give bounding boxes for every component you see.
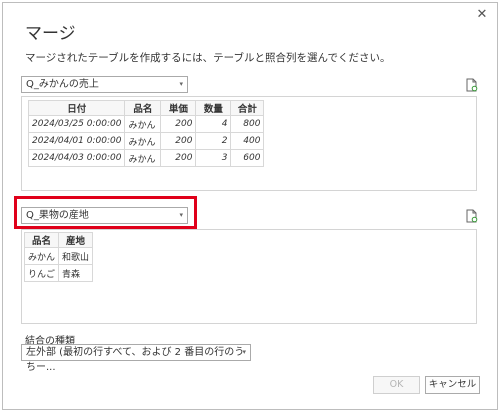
cell-item: みかん [124,132,162,150]
join-kind-value: 左外部 (最初の行すべて、および 2 番目の行のうちー... [26,347,245,373]
file-refresh-icon[interactable] [466,209,478,223]
table2-preview: 品名 産地 みかん 和歌山 りんご 青森 [21,229,477,324]
highlight-annotation [14,196,197,229]
table1-select-value: Q_みかんの売上 [26,79,99,90]
cell-origin: 和歌山 [58,247,94,265]
chevron-down-icon: ▾ [242,348,246,356]
cell-total: 600 [230,149,265,167]
cell-price: 200 [160,115,197,133]
table1-col-total[interactable]: 合計 [230,100,265,116]
cell-origin: 青森 [58,264,94,282]
table-row: みかん 和歌山 [23,247,94,265]
cell-total: 800 [230,115,265,133]
table1-select[interactable]: Q_みかんの売上 ▾ [21,76,188,93]
table2-header-row: 品名 産地 [23,232,94,248]
table2-col-item[interactable]: 品名 [23,232,60,248]
table1-preview: 日付 品名 単価 数量 合計 2024/03/25 0:00:00 みかん 20… [21,96,477,191]
table1-col-item[interactable]: 品名 [124,100,162,116]
chevron-down-icon: ▾ [179,80,183,88]
table1-col-price[interactable]: 単価 [160,100,197,116]
table-row: りんご 青森 [23,264,94,282]
join-kind-select[interactable]: 左外部 (最初の行すべて、および 2 番目の行のうちー... ▾ [21,344,251,373]
cell-date: 2024/03/25 0:00:00 [27,115,126,133]
table1-grid: 日付 品名 単価 数量 合計 2024/03/25 0:00:00 みかん 20… [27,100,265,167]
cell-price: 200 [160,132,197,150]
table2-grid: 品名 産地 みかん 和歌山 りんご 青森 [23,232,94,282]
cancel-button[interactable]: キャンセル [425,376,480,394]
ok-button[interactable]: OK [373,376,420,394]
table-row: 2024/04/01 0:00:00 みかん 200 2 400 [27,132,265,150]
close-icon[interactable]: ✕ [475,8,489,22]
cell-qty: 3 [195,149,232,167]
cell-price: 200 [160,149,197,167]
cell-item: みかん [23,247,60,265]
dialog-title: マージ [25,24,76,44]
dialog-subtitle: マージされたテーブルを作成するには、テーブルと照合列を選んでください。 [25,52,391,64]
table-row: 2024/03/25 0:00:00 みかん 200 4 800 [27,115,265,133]
cell-item: りんご [23,264,60,282]
table1-header-row: 日付 品名 単価 数量 合計 [27,100,265,116]
cell-qty: 4 [195,115,232,133]
table2-col-origin[interactable]: 産地 [58,232,94,248]
cell-total: 400 [230,132,265,150]
file-refresh-icon[interactable] [466,78,478,92]
table1-col-qty[interactable]: 数量 [195,100,232,116]
cell-date: 2024/04/01 0:00:00 [27,132,126,150]
cell-qty: 2 [195,132,232,150]
table-row: 2024/04/03 0:00:00 みかん 200 3 600 [27,149,265,167]
table1-col-date[interactable]: 日付 [27,100,126,116]
cell-date: 2024/04/03 0:00:00 [27,149,126,167]
cell-item: みかん [124,149,162,167]
cell-item: みかん [124,115,162,133]
